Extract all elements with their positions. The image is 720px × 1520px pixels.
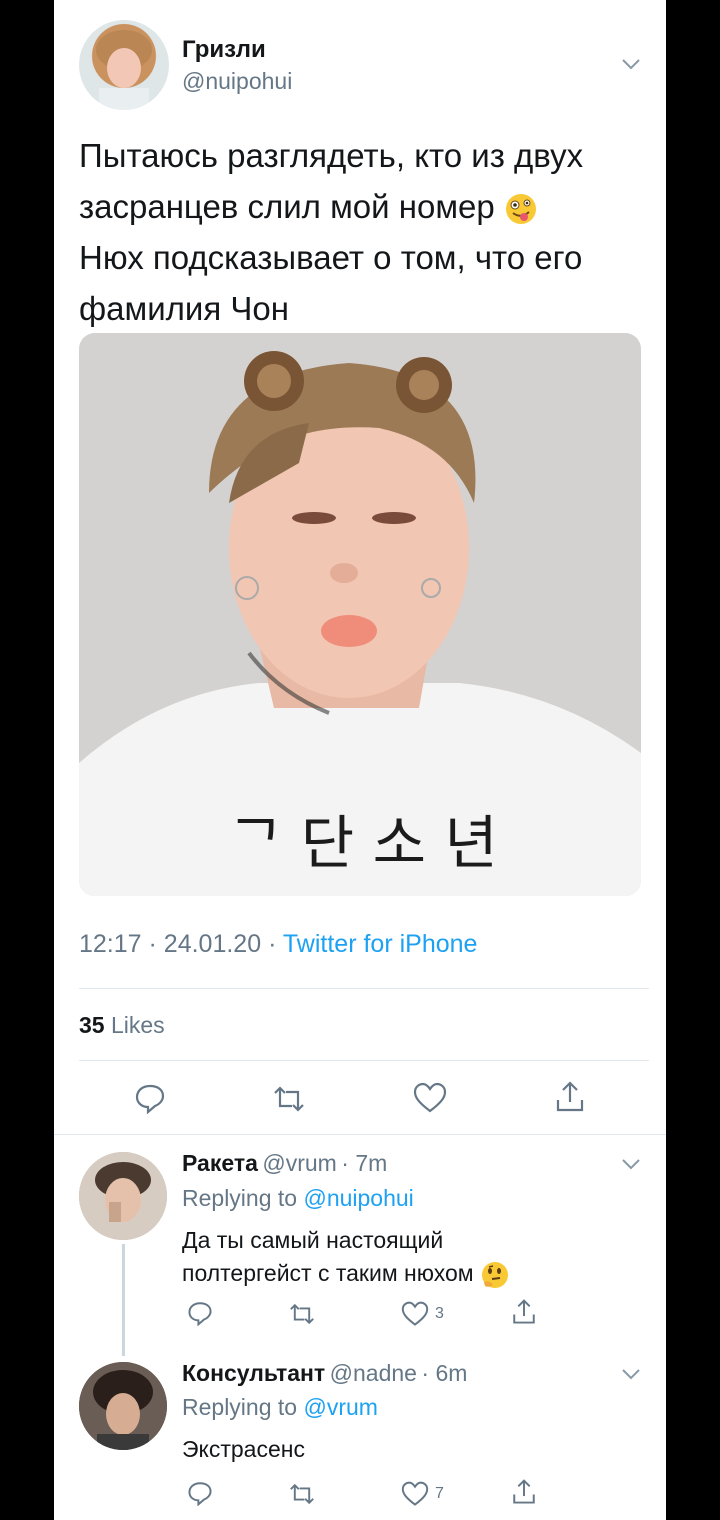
reply-text: Экстрасенс — [182, 1433, 305, 1466]
reply-text: Да ты самый настоящий полтергейст с таки… — [182, 1224, 510, 1290]
tweet-text-line: засранцев слил мой номер — [79, 188, 495, 225]
retweet-icon[interactable] — [288, 1302, 316, 1326]
reply-text-line: Экстрасенс — [182, 1436, 305, 1462]
share-icon[interactable] — [511, 1298, 537, 1326]
tweet-detail-screen: Гризли @nuipohui Пытаюсь разглядеть, кто… — [54, 0, 666, 1520]
reply-author-handle[interactable]: @vrum — [262, 1150, 336, 1176]
like-heart-icon[interactable] — [401, 1301, 429, 1327]
retweet-icon[interactable] — [288, 1482, 316, 1506]
avatar-portrait — [79, 1362, 167, 1450]
like-count: 3 — [435, 1305, 444, 1322]
share-icon[interactable] — [511, 1478, 537, 1506]
meta-separator: · — [148, 930, 157, 958]
tweet-text-line: Нюх подсказывает о том, что его — [79, 239, 583, 276]
reply-text-line: полтергейст с таким нюхом — [182, 1260, 474, 1286]
author-name[interactable]: Гризли — [182, 36, 266, 64]
thread-connector-line — [122, 1244, 125, 1356]
divider — [79, 1060, 649, 1061]
replying-to-label: Replying to — [182, 1394, 298, 1420]
replying-to-handle[interactable]: @vrum — [303, 1394, 377, 1420]
like-count: 7 — [435, 1485, 444, 1502]
reply-time: · 7m — [341, 1150, 388, 1176]
retweet-icon[interactable] — [272, 1084, 306, 1114]
reply-author-handle[interactable]: @nadne — [330, 1360, 417, 1386]
chevron-down-icon[interactable] — [620, 1156, 642, 1172]
like-heart-icon[interactable] — [401, 1481, 429, 1507]
replying-to: Replying to @nuipohui — [182, 1185, 414, 1212]
avatar-portrait — [79, 1152, 167, 1240]
reply-icon[interactable] — [134, 1082, 166, 1114]
svg-text:ᄀ 단 소 년: ᄀ 단 소 년 — [229, 809, 498, 877]
reply-avatar[interactable] — [79, 1362, 167, 1450]
tweet-media-image[interactable]: ᄀ 단 소 년 — [79, 333, 641, 896]
reply-header: Ракета @vrum · 7m — [182, 1150, 387, 1177]
tweet-text: Пытаюсь разглядеть, кто из двух засранце… — [79, 130, 649, 334]
chevron-down-icon[interactable] — [620, 56, 642, 72]
reply-text-line: Да ты самый настоящий — [182, 1227, 444, 1253]
replying-to: Replying to @vrum — [182, 1394, 378, 1421]
replying-to-handle[interactable]: @nuipohui — [303, 1185, 413, 1211]
reply-icon[interactable] — [187, 1480, 213, 1506]
divider — [79, 988, 649, 989]
tweet-date: 24.01.20 — [163, 930, 262, 958]
tweet-time: 12:17 — [79, 930, 142, 958]
tweet-text-line: Пытаюсь разглядеть, кто из двух — [79, 137, 584, 174]
author-avatar[interactable] — [79, 20, 169, 110]
photo-of-person-with-bear-ears: ᄀ 단 소 년 — [79, 333, 641, 896]
likes-count: 35 — [79, 1012, 105, 1038]
meta-separator: · — [268, 930, 277, 958]
replying-to-label: Replying to — [182, 1185, 298, 1211]
reply-header: Консультант @nadne · 6m — [182, 1360, 467, 1387]
reply-author-name[interactable]: Ракета — [182, 1150, 258, 1176]
zany-face-emoji-icon — [505, 194, 536, 225]
avatar-portrait — [96, 30, 152, 110]
thinking-face-emoji-icon — [481, 1261, 508, 1288]
reply-text-line-with-emoji: полтергейст с таким нюхом — [182, 1257, 510, 1290]
likes-summary[interactable]: 35 Likes — [79, 1012, 165, 1039]
reply-author-name[interactable]: Консультант — [182, 1360, 325, 1386]
tweet-text-line-with-emoji: засранцев слил мой номер — [79, 181, 649, 232]
chevron-down-icon[interactable] — [620, 1366, 642, 1382]
reply-time: · 6m — [421, 1360, 468, 1386]
likes-label: Likes — [110, 1012, 165, 1038]
like-heart-icon[interactable] — [413, 1082, 447, 1114]
tweet-text-line: фамилия Чон — [79, 290, 289, 327]
reply-avatar[interactable] — [79, 1152, 167, 1240]
reply-icon[interactable] — [187, 1300, 213, 1326]
share-icon[interactable] — [554, 1080, 586, 1114]
author-handle[interactable]: @nuipohui — [182, 68, 292, 95]
tweet-timestamp: 12:17 · 24.01.20 · Twitter for iPhone — [79, 930, 477, 959]
divider — [54, 1134, 666, 1135]
tweet-source-link[interactable]: Twitter for iPhone — [283, 930, 478, 958]
